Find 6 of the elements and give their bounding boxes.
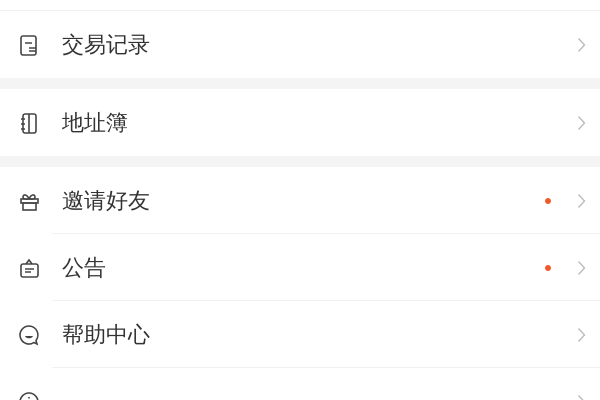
chevron-right-icon — [577, 326, 586, 342]
chevron-right-icon — [577, 36, 586, 52]
chevron-right-icon — [577, 260, 586, 276]
chevron-right-icon — [577, 192, 586, 208]
chevron-right-icon — [577, 114, 586, 130]
chat-bubble-icon — [17, 322, 41, 346]
